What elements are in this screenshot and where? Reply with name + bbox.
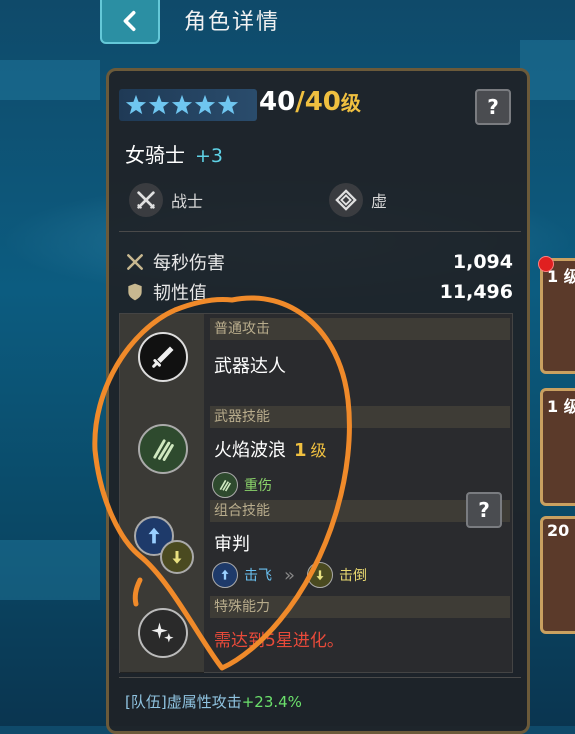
skill-header: 组合技能 [210, 500, 510, 522]
claw-slash-icon[interactable] [138, 424, 188, 474]
hero-class: 战士 [129, 183, 203, 217]
star-icon [171, 94, 193, 115]
sparkle-icon[interactable] [138, 608, 188, 658]
side-card-level: 20 [547, 521, 570, 540]
divider [119, 677, 521, 678]
skill-name: 火焰波浪 [214, 440, 286, 461]
hero-name: 女骑士 [125, 143, 185, 167]
class-label: 战士 [171, 192, 204, 211]
star-icon [217, 94, 239, 115]
knockup-icon [212, 562, 238, 588]
skill-icon-cell [120, 496, 204, 593]
star-icon [125, 94, 147, 115]
page-title: 角色详情 [184, 10, 281, 35]
team-buff-value: +23.4% [241, 693, 302, 711]
stat-toughness: 韧性值 11,496 [125, 279, 513, 305]
stat-label: 每秒伤害 [153, 253, 225, 274]
hero-element: 虚 [329, 183, 387, 217]
crossed-swords-icon [129, 183, 163, 217]
combo-tag-b: 击倒 [339, 568, 368, 584]
level-unit: 级 [340, 91, 361, 115]
star-icon [148, 94, 170, 115]
skill-name-row: 火焰波浪 1 级 [214, 436, 327, 462]
divider [119, 231, 521, 232]
double-chevron-right-icon: » [284, 564, 296, 586]
chevron-left-icon [123, 10, 136, 32]
skill-level: 1 [294, 440, 307, 461]
skill-tag: 重伤 [244, 478, 272, 494]
character-detail-panel: 40/40级 ? 女骑士 +3 战士 虚 每秒伤害 1,094 韧性值 11,49… [106, 68, 530, 734]
hero-bonus: +3 [195, 145, 224, 167]
hero-level: 40/40级 [259, 87, 361, 117]
crossed-swords-icon [127, 254, 143, 270]
combo-tag-a: 击飞 [244, 568, 272, 584]
back-button[interactable] [100, 0, 160, 44]
skill-header: 普通攻击 [210, 318, 510, 340]
level-current: 40 [259, 87, 296, 117]
element-label: 虚 [371, 192, 388, 211]
side-hero-card[interactable]: 1 级 [540, 388, 575, 506]
shield-icon [128, 283, 142, 301]
skill-tag-row: 重伤 [212, 472, 272, 498]
background-block [0, 540, 100, 600]
stat-dps: 每秒伤害 1,094 [125, 249, 513, 275]
side-hero-card[interactable]: 1 级 [540, 258, 575, 374]
void-element-icon [329, 183, 363, 217]
special-requirement: 需达到5星进化。 [214, 631, 344, 651]
combo-chain-row: 击飞 » 击倒 [212, 562, 367, 588]
side-card-level: 1 级 [547, 397, 575, 416]
skill-level-unit: 级 [310, 441, 327, 460]
combo-help-button[interactable]: ? [466, 492, 502, 528]
skills-list: 普通攻击 武器达人 武器技能 火焰波浪 1 级 重伤 组合技能 ? 审判 击飞 … [119, 313, 513, 673]
help-button[interactable]: ? [475, 89, 511, 125]
skill-name: 武器达人 [214, 356, 286, 377]
skill-header: 特殊能力 [210, 596, 510, 618]
star-icon [194, 94, 216, 115]
notification-dot [538, 256, 554, 272]
sword-icon[interactable] [138, 332, 188, 382]
claw-slash-icon [212, 472, 238, 498]
knockdown-icon [307, 562, 334, 588]
side-hero-card[interactable]: 20 [540, 516, 575, 634]
skill-header: 武器技能 [210, 406, 510, 428]
stat-value: 1,094 [452, 251, 513, 273]
stat-value: 11,496 [439, 281, 513, 303]
team-buff: [队伍]虚属性攻击+23.4% [125, 691, 302, 712]
background-block [0, 60, 100, 100]
skill-icon-cell [120, 592, 204, 673]
skill-icon-cell [120, 314, 204, 403]
hero-name-row: 女骑士 +3 [125, 139, 223, 168]
stat-label: 韧性值 [153, 283, 207, 304]
level-max: 40 [304, 87, 341, 117]
skill-icon-cell [120, 402, 204, 497]
skill-name: 审判 [214, 534, 250, 555]
level-separator: / [295, 87, 305, 117]
star-rating [119, 89, 257, 121]
team-buff-label: [队伍]虚属性攻击 [125, 693, 242, 711]
knockdown-icon[interactable] [160, 540, 194, 574]
